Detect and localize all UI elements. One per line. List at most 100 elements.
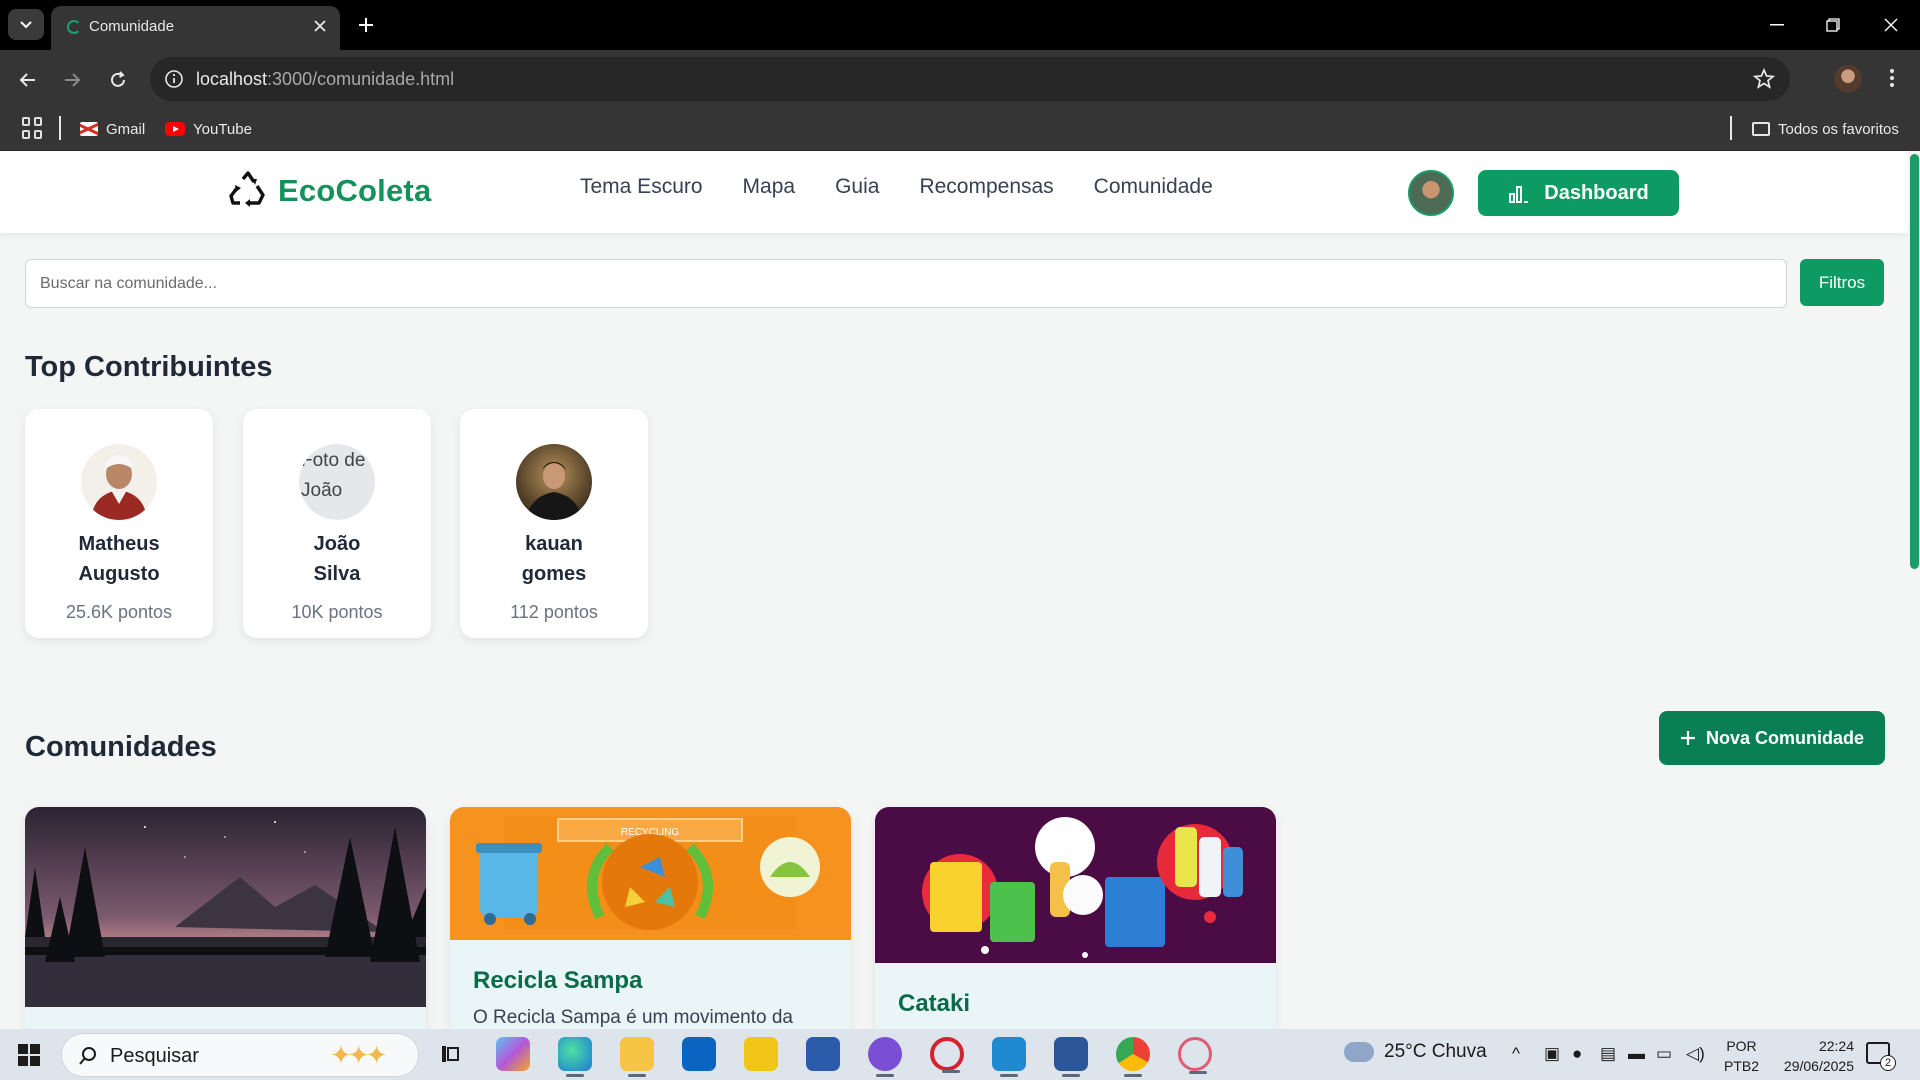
nav-dark-theme[interactable]: Tema Escuro	[580, 175, 703, 199]
reload-icon	[111, 71, 125, 87]
contributor-first-name: Matheus	[78, 533, 160, 555]
camera-icon[interactable]: ▣	[1544, 1044, 1560, 1064]
info-icon[interactable]	[164, 69, 184, 89]
url-host: localhost	[196, 69, 268, 89]
file-explorer-icon[interactable]	[620, 1037, 654, 1077]
bookmark-star-icon[interactable]	[1752, 67, 1776, 91]
contributor-card[interactable]: Matheus Augusto 25.6K pontos	[25, 409, 213, 638]
new-tab-button[interactable]	[352, 11, 380, 39]
bookmarks-divider	[59, 116, 61, 140]
main-nav: Tema Escuro Mapa Guia Recompensas Comuni…	[580, 175, 1213, 199]
weather-widget[interactable]: 25°C Chuva	[1344, 1041, 1487, 1063]
task-view-icon[interactable]	[433, 1037, 467, 1071]
battery-icon[interactable]: ▬	[1628, 1044, 1645, 1064]
user-avatar[interactable]	[1408, 170, 1454, 216]
site-logo[interactable]: EcoColeta	[228, 171, 431, 211]
apps-grid-icon[interactable]	[22, 117, 44, 139]
microphone-icon[interactable]: ●	[1572, 1044, 1582, 1064]
address-bar[interactable]: localhost:3000/comunidade.html	[150, 57, 1790, 101]
contributor-card[interactable]: Foto de João João Silva 10K pontos	[243, 409, 431, 638]
new-community-button[interactable]: Nova Comunidade	[1659, 711, 1885, 765]
bookmark-gmail[interactable]: Gmail	[80, 117, 145, 141]
restore-icon	[1826, 18, 1840, 32]
community-description: O Recicla Sampa é um movimento da	[473, 1007, 793, 1028]
copilot-app-icon[interactable]	[496, 1037, 530, 1071]
minimize-button[interactable]	[1762, 10, 1792, 40]
outlook-app-icon[interactable]	[682, 1037, 716, 1071]
bookmark-label: Gmail	[106, 120, 146, 138]
weather-text: 25°C Chuva	[1384, 1041, 1487, 1062]
reload-button[interactable]	[102, 64, 134, 96]
power-bi-icon[interactable]	[744, 1037, 778, 1071]
all-bookmarks-button[interactable]: Todos os favoritos	[1752, 117, 1899, 141]
community-search-input[interactable]	[25, 259, 1787, 308]
minimize-icon	[1770, 24, 1784, 26]
contributor-points: 25.6K pontos	[65, 602, 173, 622]
volume-icon[interactable]: ◁)	[1686, 1044, 1705, 1064]
close-window-button[interactable]	[1876, 10, 1906, 40]
all-bookmarks-label: Todos os favoritos	[1778, 120, 1899, 138]
contributor-avatar: Foto de João	[299, 444, 375, 520]
community-card[interactable]: RECYCLING Recicla Sampa O Recicla Sampa …	[450, 807, 851, 1029]
nav-map[interactable]: Mapa	[743, 175, 796, 199]
copilot-sparkle-icon: ✦✦✦	[330, 1040, 387, 1070]
community-card[interactable]: Cataki	[875, 807, 1276, 1029]
language-code: POR	[1726, 1038, 1757, 1054]
url-text[interactable]: localhost:3000/comunidade.html	[196, 69, 454, 90]
browser-toolbar: localhost:3000/comunidade.html	[0, 50, 1920, 108]
page-scrollbar-thumb[interactable]	[1910, 154, 1919, 569]
chevron-up-icon[interactable]: ^	[1512, 1044, 1520, 1064]
community-cover-image	[25, 807, 426, 1007]
filters-button[interactable]: Filtros	[1800, 259, 1884, 306]
clock-time: 22:24	[1818, 1038, 1854, 1054]
recycle-icon	[229, 171, 265, 207]
microsoft-store-icon[interactable]	[806, 1037, 840, 1071]
windows-start-icon[interactable]	[18, 1044, 40, 1066]
nav-community[interactable]: Comunidade	[1094, 175, 1213, 199]
restore-button[interactable]	[1818, 10, 1848, 40]
rain-cloud-icon	[1344, 1042, 1374, 1062]
back-button[interactable]	[12, 64, 44, 96]
site-header: EcoColeta Tema Escuro Mapa Guia Recompen…	[0, 151, 1908, 233]
dashboard-label: Dashboard	[1544, 181, 1649, 204]
folder-icon	[1752, 122, 1770, 136]
nav-rewards[interactable]: Recompensas	[919, 175, 1053, 199]
nav-guide[interactable]: Guia	[835, 175, 879, 199]
edge-app-icon[interactable]	[558, 1037, 592, 1077]
tab-title: Comunidade	[89, 18, 175, 35]
keyboard-layout: PTB2	[1724, 1058, 1760, 1074]
tab-close-button[interactable]	[308, 14, 332, 38]
browser-menu-button[interactable]	[1880, 64, 1904, 92]
vscode-app-icon[interactable]	[992, 1037, 1026, 1077]
tab-search-button[interactable]	[8, 9, 44, 40]
gmail-icon	[80, 122, 98, 136]
snipping-tool-icon[interactable]	[1178, 1037, 1212, 1074]
display-icon[interactable]: ▤	[1600, 1044, 1616, 1064]
contributor-name: Matheus Augusto	[45, 529, 193, 589]
url-path: :3000/comunidade.html	[267, 69, 455, 89]
arrow-right-icon	[65, 73, 81, 87]
contributor-points: 10K pontos	[291, 602, 383, 622]
contributor-card[interactable]: kauan gomes 112 pontos	[460, 409, 648, 638]
taskbar-clock[interactable]: 22:24 29/06/2025	[1782, 1036, 1854, 1076]
discord-app-icon[interactable]	[868, 1037, 902, 1077]
community-card[interactable]	[25, 807, 426, 1029]
browser-tab-active[interactable]: Comunidade	[51, 6, 340, 50]
notification-badge: 2	[1880, 1055, 1896, 1071]
taskbar-search[interactable]: Pesquisar ✦✦✦	[61, 1033, 419, 1077]
browser-profile-avatar[interactable]	[1834, 65, 1862, 93]
youtube-icon	[165, 122, 185, 136]
bookmark-youtube[interactable]: YouTube	[165, 117, 252, 141]
forward-button[interactable]	[56, 64, 88, 96]
opera-app-icon[interactable]	[930, 1037, 964, 1073]
contributor-photo	[516, 444, 592, 520]
dashboard-button[interactable]: Dashboard	[1478, 170, 1679, 216]
chrome-app-icon[interactable]	[1116, 1037, 1150, 1077]
windows-taskbar: Pesquisar ✦✦✦ 25°C Chuva ^ ▣ ● ▤ ▬ ▭ ◁) …	[0, 1029, 1920, 1080]
network-icon[interactable]: ▭	[1656, 1044, 1672, 1064]
community-cover-image	[875, 807, 1276, 963]
community-cover-image: RECYCLING	[450, 807, 851, 940]
word-app-icon[interactable]	[1054, 1037, 1088, 1077]
communities-title: Comunidades	[25, 731, 217, 763]
input-language[interactable]: POR PTB2	[1724, 1036, 1759, 1076]
